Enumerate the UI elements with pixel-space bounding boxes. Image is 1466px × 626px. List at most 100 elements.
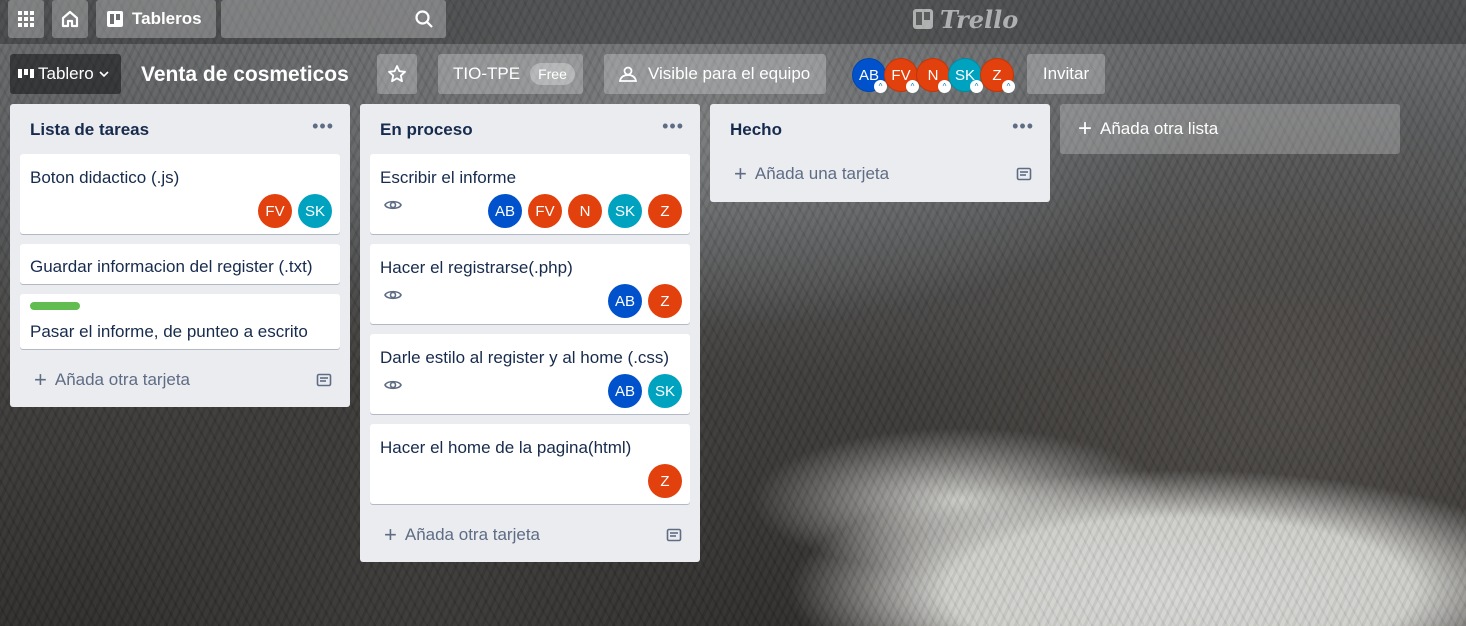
avatar-initials: SK bbox=[654, 382, 675, 400]
board-switcher-button[interactable]: Tablero bbox=[10, 54, 121, 94]
list-menu-icon[interactable]: ••• bbox=[1012, 116, 1034, 137]
avatar-initials: AB bbox=[614, 382, 635, 400]
list-header: Lista de tareas ••• bbox=[10, 104, 350, 156]
avatar[interactable]: AB ^ bbox=[852, 58, 887, 93]
chevron-down-icon bbox=[99, 71, 109, 78]
avatar[interactable]: SK bbox=[648, 374, 682, 408]
card-label-green[interactable] bbox=[30, 302, 80, 310]
avatar[interactable]: AB bbox=[608, 374, 642, 408]
card-title: Pasar el informe, de punteo a escrito bbox=[30, 322, 308, 341]
card-members: FV SK bbox=[258, 194, 332, 228]
logo-text: Trello bbox=[940, 4, 1019, 34]
card-title: Guardar informacion del register (.txt) bbox=[30, 257, 313, 276]
add-card-label: Añada una tarjeta bbox=[754, 164, 890, 183]
card[interactable]: Guardar informacion del register (.txt) bbox=[20, 244, 340, 284]
plus-icon: + bbox=[384, 522, 397, 547]
avatar[interactable]: FV bbox=[258, 194, 292, 228]
star-board-button[interactable] bbox=[377, 54, 417, 94]
card-template-icon[interactable] bbox=[1016, 166, 1032, 182]
add-card-label: Añada otra tarjeta bbox=[54, 370, 191, 389]
plus-icon: + bbox=[734, 161, 747, 186]
search-icon bbox=[415, 10, 433, 28]
card-title: Escribir el informe bbox=[380, 168, 517, 187]
search-input[interactable] bbox=[221, 0, 446, 38]
plus-icon: + bbox=[1078, 115, 1093, 142]
board-title[interactable]: Venta de cosmeticos bbox=[141, 58, 349, 92]
list-menu-icon[interactable]: ••• bbox=[312, 116, 334, 137]
list-title[interactable]: Lista de tareas bbox=[30, 120, 149, 140]
avatar-initials: SK bbox=[304, 202, 325, 220]
avatar[interactable]: Z bbox=[648, 194, 682, 228]
avatar-initials: FV bbox=[535, 202, 555, 220]
home-button[interactable] bbox=[52, 0, 88, 38]
avatar[interactable]: AB bbox=[488, 194, 522, 228]
avatar[interactable]: Z bbox=[648, 284, 682, 318]
avatar-initials: SK bbox=[614, 202, 635, 220]
add-card-button[interactable]: + Añada otra tarjeta bbox=[34, 367, 191, 392]
avatar[interactable]: SK bbox=[298, 194, 332, 228]
card-template-icon[interactable] bbox=[666, 527, 682, 543]
avatar[interactable]: FV bbox=[528, 194, 562, 228]
board-switcher-label: Tablero bbox=[38, 64, 94, 83]
list-menu-icon[interactable]: ••• bbox=[662, 116, 684, 137]
visibility-button[interactable]: Visible para el equipo bbox=[604, 54, 826, 94]
invite-button[interactable]: Invitar bbox=[1027, 54, 1105, 94]
grid-icon bbox=[18, 11, 34, 27]
card[interactable]: Hacer el registrarse(.php) AB Z bbox=[370, 244, 690, 324]
card-template-icon[interactable] bbox=[316, 372, 332, 388]
avatar-initials: Z bbox=[992, 66, 1002, 84]
home-icon bbox=[61, 10, 79, 28]
card-title: Boton didactico (.js) bbox=[30, 168, 180, 187]
boards-label: Tableros bbox=[132, 9, 202, 28]
avatar-initials: N bbox=[927, 66, 939, 84]
card[interactable]: Darle estilo al register y al home (.css… bbox=[370, 334, 690, 414]
trello-logo[interactable]: Trello bbox=[912, 4, 1018, 34]
avatar[interactable]: Z bbox=[648, 464, 682, 498]
card-members: AB SK bbox=[608, 374, 682, 408]
team-label: TIO-TPE bbox=[453, 64, 521, 83]
team-button[interactable]: TIO-TPE Free bbox=[438, 54, 583, 94]
card-members: AB FV N SK Z bbox=[488, 194, 682, 228]
card[interactable]: Escribir el informe AB FV N SK Z bbox=[370, 154, 690, 234]
avatar[interactable]: AB bbox=[608, 284, 642, 318]
star-icon bbox=[388, 65, 406, 83]
avatar[interactable]: N bbox=[568, 194, 602, 228]
plus-icon: + bbox=[34, 367, 47, 392]
visibility-label: Visible para el equipo bbox=[648, 64, 811, 83]
list-title[interactable]: En proceso bbox=[380, 120, 473, 140]
card-members: Z bbox=[648, 464, 682, 498]
avatar[interactable]: SK ^ bbox=[948, 58, 983, 93]
card-title: Darle estilo al register y al home (.css… bbox=[380, 348, 670, 367]
list-header: Hecho ••• bbox=[710, 104, 1050, 156]
list-en-proceso[interactable]: En proceso ••• Escribir el informe AB FV… bbox=[360, 104, 700, 562]
add-card-button[interactable]: + Añada una tarjeta bbox=[734, 161, 890, 186]
card-title: Hacer el home de la pagina(html) bbox=[380, 438, 632, 457]
add-list-button[interactable]: + Añada otra lista bbox=[1060, 104, 1400, 154]
avatar-initials: Z bbox=[660, 292, 670, 310]
invite-label: Invitar bbox=[1042, 64, 1090, 83]
list-hecho[interactable]: Hecho ••• + Añada una tarjeta bbox=[710, 104, 1050, 202]
add-card-label: Añada otra tarjeta bbox=[404, 525, 541, 544]
card[interactable]: Hacer el home de la pagina(html) Z bbox=[370, 424, 690, 504]
card[interactable]: Pasar el informe, de punteo a escrito bbox=[20, 294, 340, 349]
board-view-icon bbox=[18, 69, 34, 78]
eye-icon bbox=[384, 380, 402, 390]
avatar[interactable]: Z ^ bbox=[980, 58, 1015, 93]
list-title[interactable]: Hecho bbox=[730, 120, 782, 140]
avatar-initials: Z bbox=[660, 472, 670, 490]
avatar[interactable]: SK bbox=[608, 194, 642, 228]
avatar[interactable]: FV ^ bbox=[884, 58, 919, 93]
card[interactable]: Boton didactico (.js) FV SK bbox=[20, 154, 340, 234]
boards-button[interactable]: Tableros bbox=[96, 0, 216, 38]
add-card-button[interactable]: + Añada otra tarjeta bbox=[384, 522, 541, 547]
card-title: Hacer el registrarse(.php) bbox=[380, 258, 573, 277]
apps-button[interactable] bbox=[8, 0, 44, 38]
eye-icon bbox=[384, 290, 402, 300]
avatar-initials: AB bbox=[614, 292, 635, 310]
list-lista-de-tareas[interactable]: Lista de tareas ••• Boton didactico (.js… bbox=[10, 104, 350, 407]
avatar[interactable]: N ^ bbox=[916, 58, 951, 93]
team-visibility-icon bbox=[618, 66, 638, 82]
card-members: AB Z bbox=[608, 284, 682, 318]
avatar-initials: FV bbox=[265, 202, 285, 220]
avatar-initials: N bbox=[579, 202, 591, 220]
